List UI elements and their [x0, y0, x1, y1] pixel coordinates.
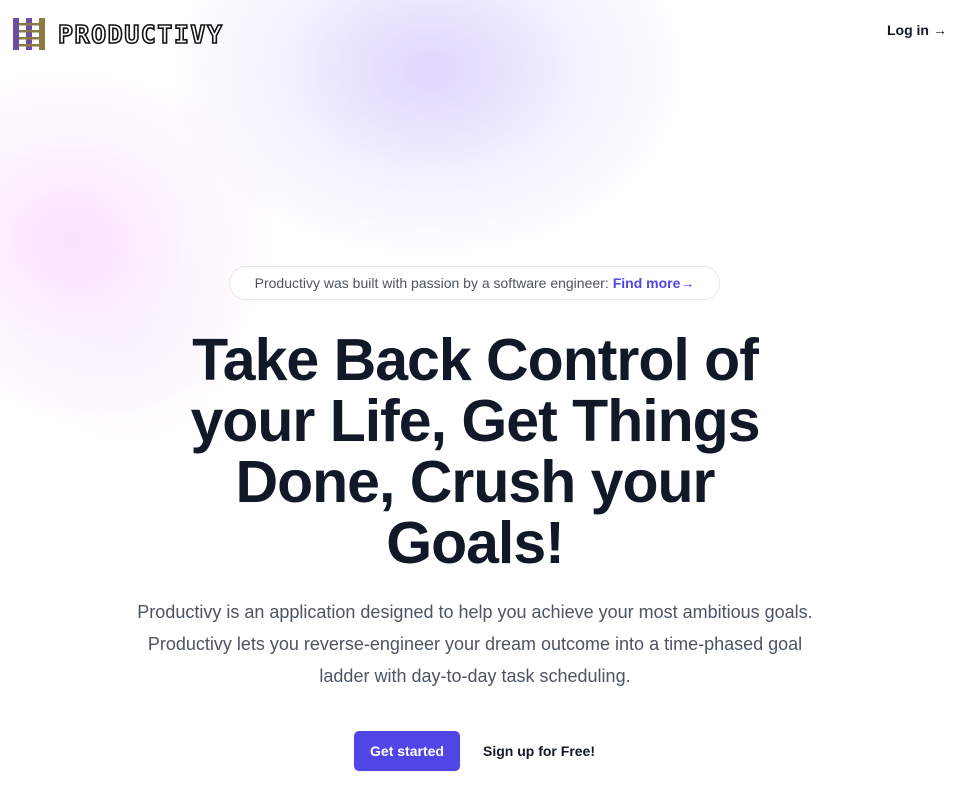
hero-subtitle: Productivy is an application designed to…	[137, 602, 813, 686]
ladder-logo-icon	[13, 18, 45, 50]
arrow-right-icon: →	[933, 22, 947, 38]
announcement-text: Productivy was built with passion by a s…	[254, 275, 609, 291]
site-header: PRODUCTIVY Log in →	[0, 0, 967, 68]
sign-up-free-button[interactable]: Sign up for Free!	[474, 731, 604, 771]
landing-page: PRODUCTIVY Log in → Productivy was built…	[0, 0, 967, 795]
login-label: Log in	[887, 22, 929, 38]
brand-name: PRODUCTIVY	[57, 19, 224, 49]
arrow-right-icon: →	[680, 275, 695, 291]
login-link[interactable]: Log in →	[887, 22, 947, 38]
announcement-pill: Productivy was built with passion by a s…	[229, 266, 720, 300]
hero-title: Take Back Control of your Life, Get Thin…	[190, 327, 760, 576]
get-started-button[interactable]: Get started	[354, 731, 460, 771]
brand-logo[interactable]: PRODUCTIVY	[12, 17, 224, 51]
find-more-link[interactable]: Find more→	[613, 275, 695, 291]
find-more-label: Find more	[612, 275, 681, 291]
